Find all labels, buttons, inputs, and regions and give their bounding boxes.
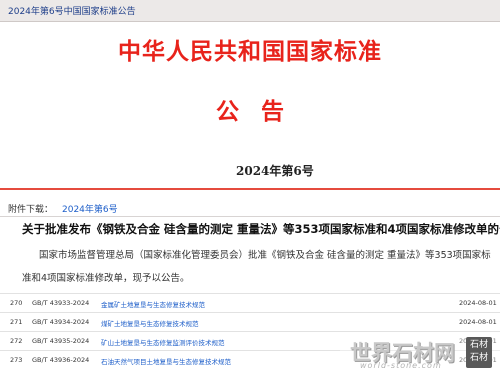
table-row: 270 GB/T 43933-2024 金属矿土地复垦与生态修复技术规范 202… — [0, 293, 500, 311]
attachment-label: 附件下载： — [8, 205, 54, 215]
red-divider — [0, 188, 500, 190]
attachment-bar: 附件下载： 2024年第6号 — [0, 199, 500, 217]
standard-code: GB/T 43935-2024 — [32, 337, 90, 345]
table-row: 271 GB/T 43934-2024 煤矿土地复垦与生态修复技术规范 2024… — [0, 312, 500, 330]
document-heading: 中华人民共和国国家标准 — [118, 38, 382, 65]
document-subheading: 公告 — [216, 98, 306, 125]
page-tab-title: 2024年第6号中国国家标准公告 — [8, 7, 136, 17]
standard-code: GB/T 43933-2024 — [32, 299, 90, 307]
attachment-download-link[interactable]: 2024年第6号 — [62, 202, 118, 215]
row-number: 270 — [10, 299, 23, 307]
row-number: 273 — [10, 356, 23, 364]
notice-title: 关于批准发布《钢铁及合金 硅含量的测定 重量法》等353项国家标准和4项国家标准… — [22, 222, 500, 236]
page-title-bar: 2024年第6号中国国家标准公告 — [0, 0, 500, 22]
row-number: 272 — [10, 337, 23, 345]
standard-name-link[interactable]: 煤矿土地复垦与生态修复技术规范 — [101, 318, 199, 328]
notice-body: 国家市场监督管理总局（国家标准化管理委员会）批准《钢铁及合金 硅含量的测定 重量… — [22, 250, 491, 284]
implementation-date: 2024-08-01 — [459, 318, 497, 326]
standard-code: GB/T 43936-2024 — [32, 356, 90, 364]
watermark-badge-icon: 石材 石材 — [466, 337, 492, 368]
issue-number: 2024年第6号 — [236, 164, 314, 178]
standard-name-link[interactable]: 矿山土地复垦与生态修复监测评价技术规范 — [101, 337, 225, 347]
site-watermark: 世界石材网 world-stone.com 石材 石材 — [340, 334, 500, 375]
watermark-url: world-stone.com — [360, 361, 442, 370]
implementation-date: 2024-08-01 — [459, 299, 497, 307]
row-number: 271 — [10, 318, 23, 326]
standard-name-link[interactable]: 金属矿土地复垦与生态修复技术规范 — [101, 299, 205, 309]
standard-code: GB/T 43934-2024 — [32, 318, 90, 326]
standard-name-link[interactable]: 石油天然气项目土地复垦与生态修复技术规范 — [101, 356, 231, 366]
